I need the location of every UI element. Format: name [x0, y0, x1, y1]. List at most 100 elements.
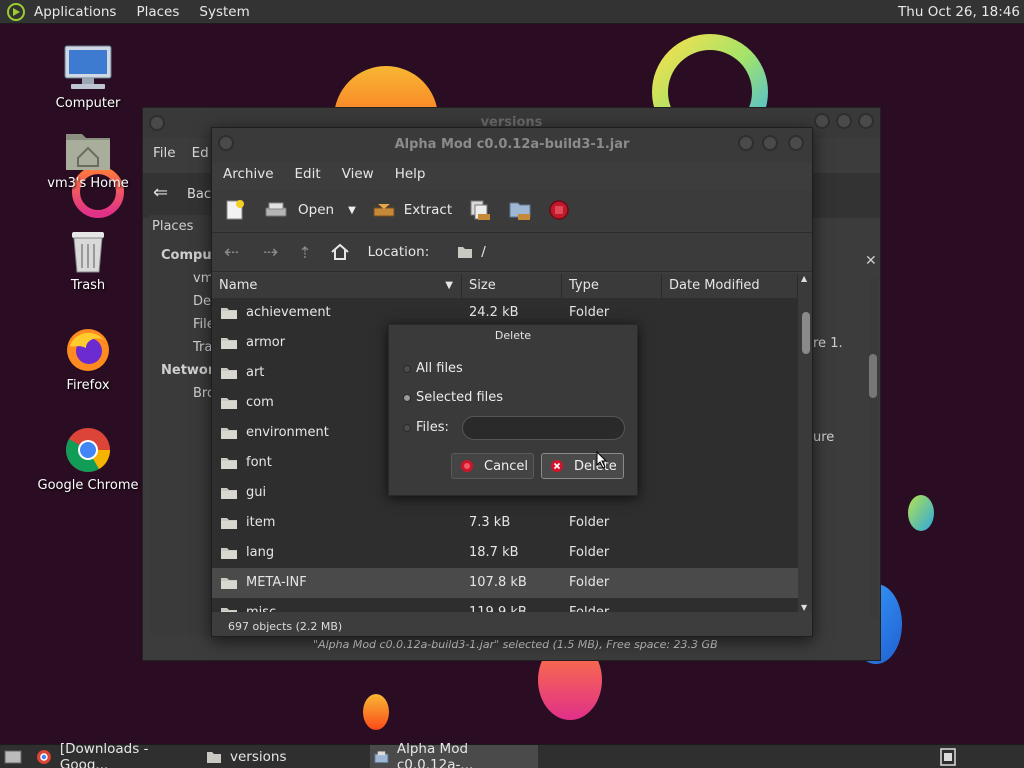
versions-scrollbar[interactable]	[869, 278, 877, 618]
places-menu[interactable]: Places	[136, 4, 179, 20]
desktop-icon-trash[interactable]: Trash	[33, 228, 143, 293]
cancel-button[interactable]: Cancel	[451, 453, 534, 479]
up-arrow-icon[interactable]: ⇡	[298, 243, 311, 262]
panel-clock[interactable]: Thu Oct 26, 18:46	[898, 4, 1020, 20]
taskbar-item-alpha-mod[interactable]: Alpha Mod c0.0.12a-...	[370, 741, 538, 768]
open-button[interactable]: Open	[264, 200, 334, 220]
label-files[interactable]: Files:	[416, 420, 449, 435]
computer-icon	[64, 45, 112, 89]
content-fragment: ure	[813, 430, 835, 445]
back-arrow-icon[interactable]: ⇐	[153, 182, 168, 203]
sidebar-item-desktop[interactable]: De	[193, 294, 211, 309]
window-menu-button[interactable]	[149, 115, 165, 131]
file-row[interactable]: lang 18.7 kB Folder	[212, 538, 798, 568]
file-name: achievement	[246, 305, 331, 320]
desktop-icon-home[interactable]: vm3's Home	[33, 128, 143, 191]
label-selected-files[interactable]: Selected files	[416, 390, 503, 405]
desktop-icon-chrome[interactable]: Google Chrome	[33, 426, 143, 493]
window-menu-button[interactable]	[218, 135, 234, 151]
home-icon[interactable]	[330, 242, 350, 262]
file-name: art	[246, 365, 265, 380]
archive-menubar: Archive Edit View Help	[212, 162, 812, 186]
forward-arrow-icon[interactable]: ⇢	[263, 242, 278, 263]
minimize-button[interactable]	[738, 135, 754, 151]
taskbar-item-versions[interactable]: versions	[206, 745, 366, 768]
open-dropdown-icon[interactable]: ▼	[348, 205, 356, 216]
home-folder-icon	[66, 134, 110, 170]
folder-icon	[221, 368, 237, 379]
column-date-modified[interactable]: Date Modified	[662, 274, 798, 298]
menu-help[interactable]: Help	[395, 166, 426, 182]
column-type[interactable]: Type	[562, 274, 662, 298]
taskbar-item-downloads[interactable]: [Downloads - Goog...	[36, 741, 200, 768]
back-arrow-icon[interactable]: ⇠	[224, 242, 239, 263]
radio-selected-files[interactable]	[403, 394, 411, 402]
scroll-up-icon[interactable]: ▲	[801, 274, 807, 283]
file-name: item	[246, 515, 276, 530]
delete-button[interactable]: Delete	[541, 453, 624, 479]
sidebar-item-trash[interactable]: Tra	[193, 340, 212, 355]
file-type: Folder	[569, 515, 610, 530]
distro-logo-icon[interactable]	[6, 2, 26, 22]
folder-icon	[221, 338, 237, 349]
stop-icon[interactable]	[548, 199, 570, 221]
folder-icon	[221, 548, 237, 559]
menu-edit[interactable]: Edit	[295, 166, 321, 182]
close-button[interactable]	[788, 135, 804, 151]
column-name[interactable]: Name ▼	[212, 274, 462, 298]
maximize-button[interactable]	[836, 113, 852, 129]
file-type: Folder	[569, 575, 610, 590]
file-size: 119.9 kB	[469, 605, 527, 612]
file-row[interactable]: item 7.3 kB Folder	[212, 508, 798, 538]
workspace-switcher-icon[interactable]	[940, 748, 956, 766]
close-pane-icon[interactable]: ✕	[865, 253, 877, 269]
file-name: gui	[246, 485, 267, 500]
file-name: com	[246, 395, 274, 410]
file-type: Folder	[569, 305, 610, 320]
sidebar-computer-header: Comput	[161, 248, 218, 263]
desktop-icon-label: vm3's Home	[47, 176, 129, 191]
cancel-icon	[461, 460, 473, 472]
menu-edit[interactable]: Ed	[192, 145, 209, 161]
file-size: 18.7 kB	[469, 545, 519, 560]
desktop-icon-label: Google Chrome	[37, 478, 139, 493]
chrome-icon	[66, 428, 110, 472]
location-path[interactable]: /	[481, 244, 486, 260]
file-name: misc	[246, 605, 276, 612]
scroll-down-icon[interactable]: ▼	[801, 603, 807, 612]
folder-icon	[221, 428, 237, 439]
add-files-icon[interactable]	[468, 198, 492, 222]
versions-scroll-thumb[interactable]	[869, 354, 877, 398]
close-button[interactable]	[858, 113, 874, 129]
versions-statusbar: "Alpha Mod c0.0.12a-build3-1.jar" select…	[313, 638, 718, 651]
menu-view[interactable]: View	[342, 166, 374, 182]
system-menu[interactable]: System	[199, 4, 249, 20]
files-pattern-input[interactable]	[462, 416, 625, 440]
desktop-icon-firefox[interactable]: Firefox	[33, 326, 143, 393]
archive-statusbar: 697 objects (2.2 MB)	[228, 620, 343, 633]
folder-icon	[221, 488, 237, 499]
file-list-scroll-thumb[interactable]	[802, 312, 810, 354]
applications-menu[interactable]: Applications	[34, 4, 116, 20]
top-panel: Applications Places System Thu Oct 26, 1…	[0, 0, 1024, 24]
menu-archive[interactable]: Archive	[223, 166, 274, 182]
show-desktop-icon[interactable]	[4, 748, 22, 766]
folder-icon	[458, 247, 473, 258]
file-name: armor	[246, 335, 286, 350]
extract-icon	[373, 204, 395, 217]
maximize-button[interactable]	[762, 135, 778, 151]
archive-titlebar[interactable]: Alpha Mod c0.0.12a-build3-1.jar	[212, 128, 812, 162]
delete-dialog[interactable]: Delete All files Selected files Files: C…	[388, 324, 638, 496]
radio-all-files[interactable]	[403, 365, 411, 373]
radio-files-pattern[interactable]	[403, 424, 411, 432]
column-size[interactable]: Size	[462, 274, 562, 298]
add-folder-icon[interactable]	[508, 198, 532, 222]
extract-button[interactable]: Extract	[372, 200, 452, 220]
file-row[interactable]: misc 119.9 kB Folder	[212, 598, 798, 612]
menu-file[interactable]: File	[153, 145, 176, 161]
new-archive-icon[interactable]	[224, 199, 246, 221]
desktop-icon-computer[interactable]: Computer	[33, 44, 143, 111]
file-row[interactable]: META-INF 107.8 kB Folder	[212, 568, 798, 598]
label-all-files[interactable]: All files	[416, 361, 463, 376]
minimize-button[interactable]	[814, 113, 830, 129]
